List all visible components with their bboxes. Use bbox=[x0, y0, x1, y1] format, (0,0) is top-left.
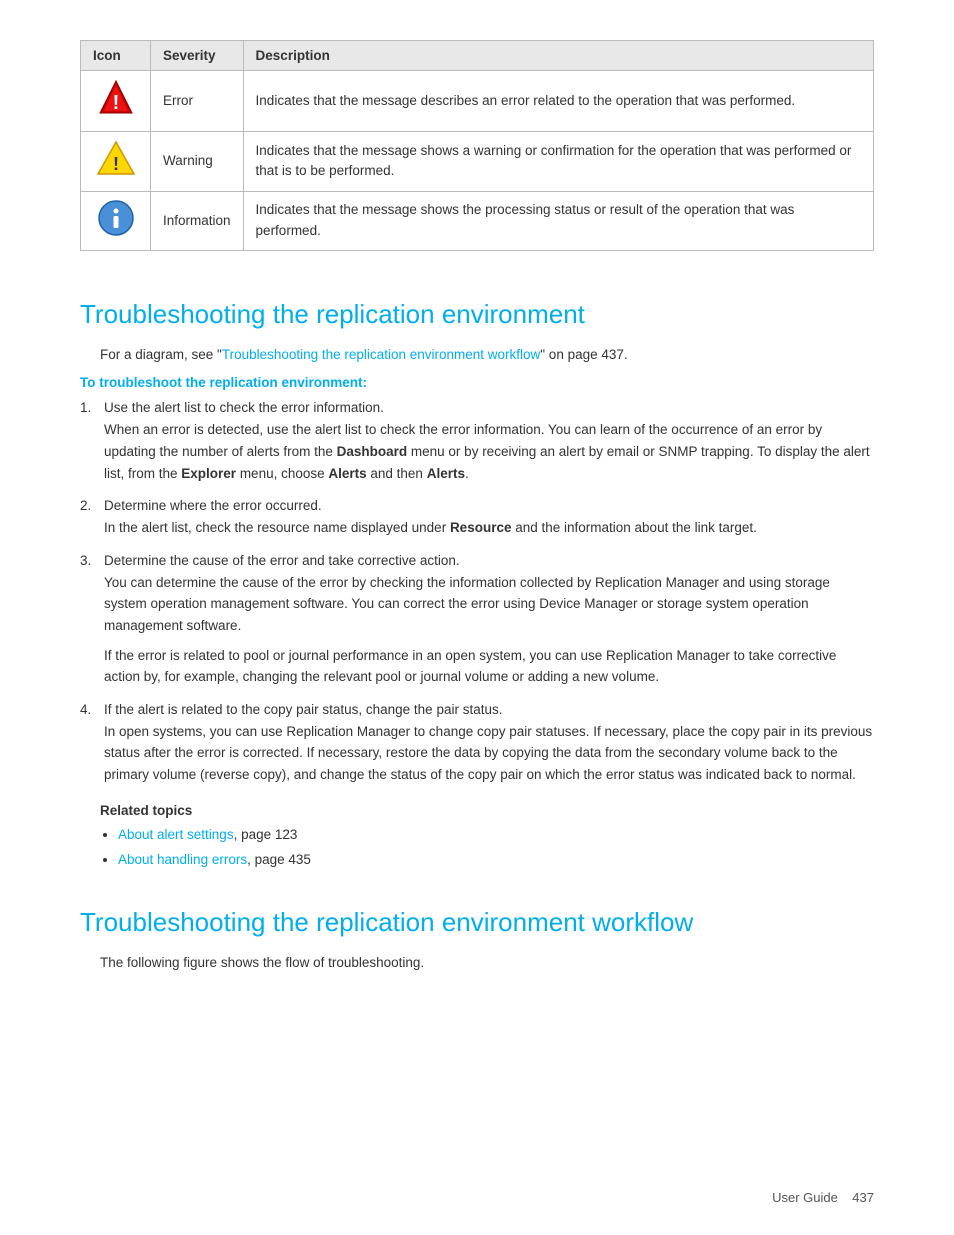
svg-text:!: ! bbox=[113, 154, 119, 174]
table-cell-severity-info: Information bbox=[151, 191, 244, 250]
severity-table: Icon Severity Description ! Error Indica… bbox=[80, 40, 874, 251]
related-topic-2-pagenum: page 435 bbox=[255, 852, 311, 867]
related-topic-1-pagenum: page 123 bbox=[241, 827, 297, 842]
related-topic-2: About handling errors, page 435 bbox=[118, 849, 874, 871]
step-2-summary: Determine where the error occurred. bbox=[104, 498, 322, 513]
footer-label: User Guide bbox=[772, 1190, 838, 1205]
related-topic-1-link[interactable]: About alert settings bbox=[118, 827, 234, 842]
step-2: 2. Determine where the error occurred. I… bbox=[80, 498, 874, 539]
step-2-number: 2. bbox=[80, 498, 96, 513]
section1-title: Troubleshooting the replication environm… bbox=[80, 299, 874, 330]
related-topic-1: About alert settings, page 123 bbox=[118, 824, 874, 846]
step1-bold-explorer: Explorer bbox=[181, 466, 236, 481]
step1-bold-dashboard: Dashboard bbox=[337, 444, 408, 459]
error-icon: ! bbox=[98, 79, 134, 117]
steps-container: 1. Use the alert list to check the error… bbox=[80, 400, 874, 785]
step-1-detail: When an error is detected, use the alert… bbox=[104, 419, 874, 484]
step-3-detail-1: You can determine the cause of the error… bbox=[104, 572, 874, 637]
step-4-detail: In open systems, you can use Replication… bbox=[104, 721, 874, 786]
info-icon bbox=[98, 200, 134, 236]
step-3-number: 3. bbox=[80, 553, 96, 568]
step-4: 4. If the alert is related to the copy p… bbox=[80, 702, 874, 786]
step-3-detail-2: If the error is related to pool or journ… bbox=[104, 645, 874, 688]
warning-icon: ! bbox=[97, 140, 135, 176]
step-3-summary: Determine the cause of the error and tak… bbox=[104, 553, 460, 568]
step1-bold-alerts1: Alerts bbox=[328, 466, 366, 481]
table-cell-desc-warning: Indicates that the message shows a warni… bbox=[243, 132, 873, 191]
step-3: 3. Determine the cause of the error and … bbox=[80, 553, 874, 688]
table-row-info: Information Indicates that the message s… bbox=[81, 191, 874, 250]
page-footer: User Guide 437 bbox=[772, 1190, 874, 1205]
table-cell-severity-error: Error bbox=[151, 71, 244, 132]
table-cell-severity-warning: Warning bbox=[151, 132, 244, 191]
related-topics-list: About alert settings, page 123 About han… bbox=[100, 824, 874, 870]
step-1-summary: Use the alert list to check the error in… bbox=[104, 400, 384, 415]
section1-subtitle: To troubleshoot the replication environm… bbox=[80, 375, 874, 390]
related-topic-2-page: , bbox=[247, 852, 255, 867]
related-topic-2-link[interactable]: About handling errors bbox=[118, 852, 247, 867]
table-header-severity: Severity bbox=[151, 41, 244, 71]
step-1: 1. Use the alert list to check the error… bbox=[80, 400, 874, 484]
table-row-error: ! Error Indicates that the message descr… bbox=[81, 71, 874, 132]
step2-bold-resource: Resource bbox=[450, 520, 512, 535]
section1-intro-link[interactable]: Troubleshooting the replication environm… bbox=[222, 347, 540, 362]
step-4-summary: If the alert is related to the copy pair… bbox=[104, 702, 502, 717]
table-header-description: Description bbox=[243, 41, 873, 71]
step1-bold-alerts2: Alerts bbox=[427, 466, 465, 481]
step-2-detail: In the alert list, check the resource na… bbox=[104, 517, 874, 539]
section1-intro: For a diagram, see "Troubleshooting the … bbox=[100, 344, 874, 366]
table-cell-desc-info: Indicates that the message shows the pro… bbox=[243, 191, 873, 250]
footer-page: 437 bbox=[852, 1190, 874, 1205]
related-topics-section: Related topics About alert settings, pag… bbox=[100, 803, 874, 870]
related-topic-1-page: , bbox=[234, 827, 242, 842]
table-row-warning: ! Warning Indicates that the message sho… bbox=[81, 132, 874, 191]
table-header-icon: Icon bbox=[81, 41, 151, 71]
svg-text:!: ! bbox=[112, 92, 119, 114]
section2-title: Troubleshooting the replication environm… bbox=[80, 907, 874, 938]
table-cell-desc-error: Indicates that the message describes an … bbox=[243, 71, 873, 132]
step-1-number: 1. bbox=[80, 400, 96, 415]
related-topics-title: Related topics bbox=[100, 803, 874, 818]
step-4-number: 4. bbox=[80, 702, 96, 717]
section2-body: The following figure shows the flow of t… bbox=[100, 952, 874, 974]
